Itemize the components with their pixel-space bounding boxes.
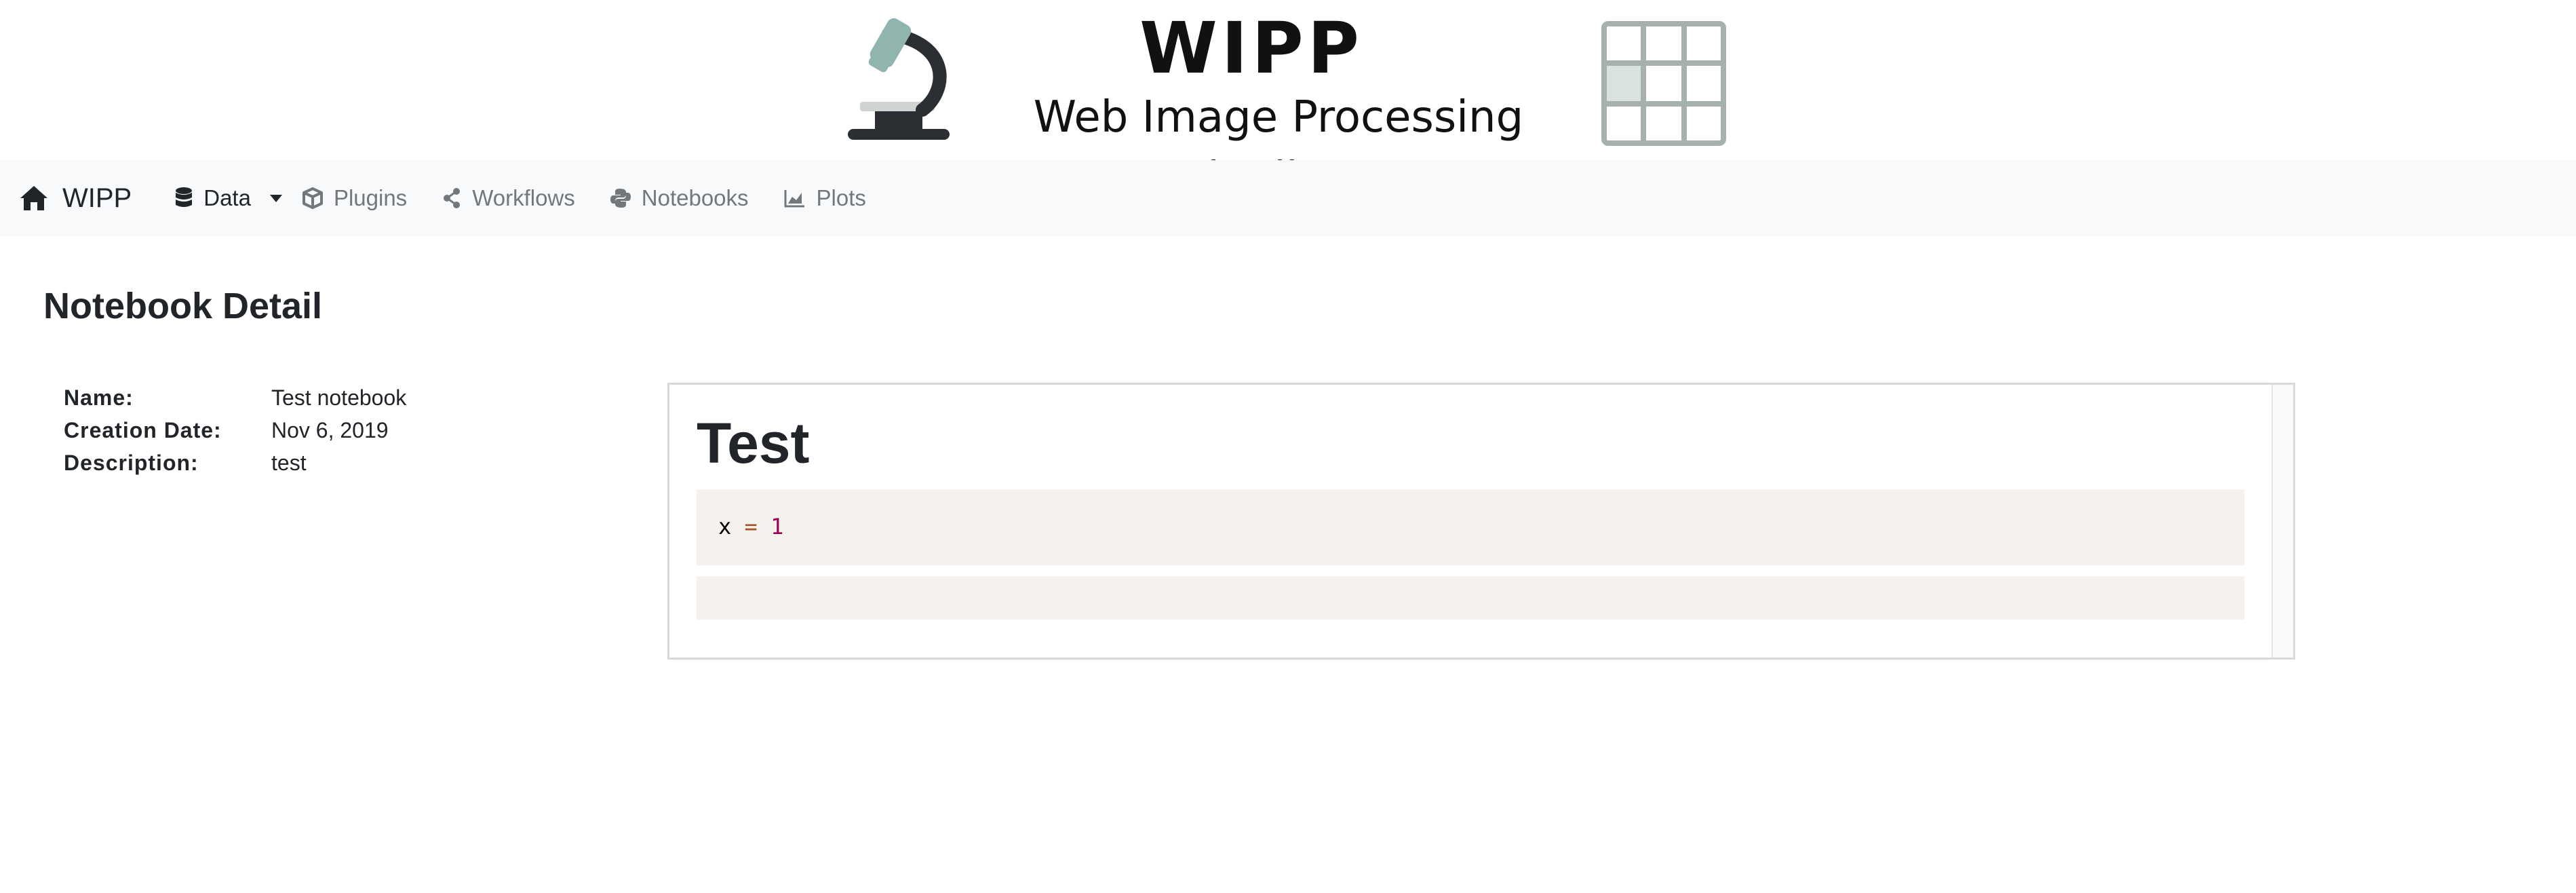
detail-value: Test notebook	[271, 385, 407, 410]
nav-data-label: Data	[203, 185, 251, 210]
nav-notebooks[interactable]: Notebooks	[610, 185, 749, 211]
banner: WIPP Web Image Processing Pipelines	[0, 0, 2576, 204]
home-icon	[20, 186, 47, 210]
notebook-code-cell: x = 1	[697, 489, 2244, 565]
detail-row-name: Name: Test notebook	[64, 381, 406, 414]
detail-row-creation-date: Creation Date: Nov 6, 2019	[64, 414, 406, 446]
python-icon	[610, 189, 631, 208]
detail-value: Nov 6, 2019	[271, 417, 389, 442]
nav-plots[interactable]: Plots	[784, 185, 866, 211]
nav-data[interactable]: Data	[175, 185, 282, 211]
page-title: Notebook Detail	[43, 286, 323, 326]
code-line: x = 1	[718, 514, 783, 539]
notebook-preview-frame[interactable]: Test x = 1	[667, 383, 2295, 660]
cube-icon	[302, 187, 323, 209]
notebook-heading: Test	[697, 411, 810, 475]
banner-title: WIPP	[1139, 7, 1363, 90]
nav-plugins-label: Plugins	[333, 185, 408, 210]
notebook-details: Name: Test notebook Creation Date: Nov 6…	[64, 381, 406, 479]
image-grid-icon	[1601, 21, 1726, 146]
nav-workflows[interactable]: Workflows	[442, 185, 575, 211]
chart-area-icon	[784, 190, 804, 208]
nav-workflows-label: Workflows	[472, 185, 575, 210]
detail-key: Creation Date:	[64, 417, 222, 442]
brand-link[interactable]: WIPP	[19, 183, 132, 214]
code-token-operator: =	[744, 514, 758, 539]
detail-row-description: Description: test	[64, 446, 406, 479]
nav-plots-label: Plots	[816, 185, 866, 210]
nav-plugins[interactable]: Plugins	[302, 185, 408, 211]
share-icon	[444, 188, 461, 208]
brand-label: WIPP	[62, 183, 132, 213]
notebook-empty-cell	[697, 576, 2244, 620]
code-token-number: 1	[770, 514, 784, 539]
notebook-scrollbar[interactable]	[2271, 385, 2293, 658]
detail-key: Description:	[64, 450, 199, 475]
microscope-icon	[848, 18, 950, 140]
database-icon	[176, 187, 193, 207]
code-token-name: x	[718, 514, 732, 539]
nav-notebooks-label: Notebooks	[641, 185, 749, 210]
detail-key: Name:	[64, 385, 134, 410]
navbar: WIPP Data Plugins Workflows Notebooks Pl…	[0, 160, 2576, 236]
detail-value: test	[271, 450, 307, 475]
chevron-down-icon[interactable]	[269, 194, 282, 202]
